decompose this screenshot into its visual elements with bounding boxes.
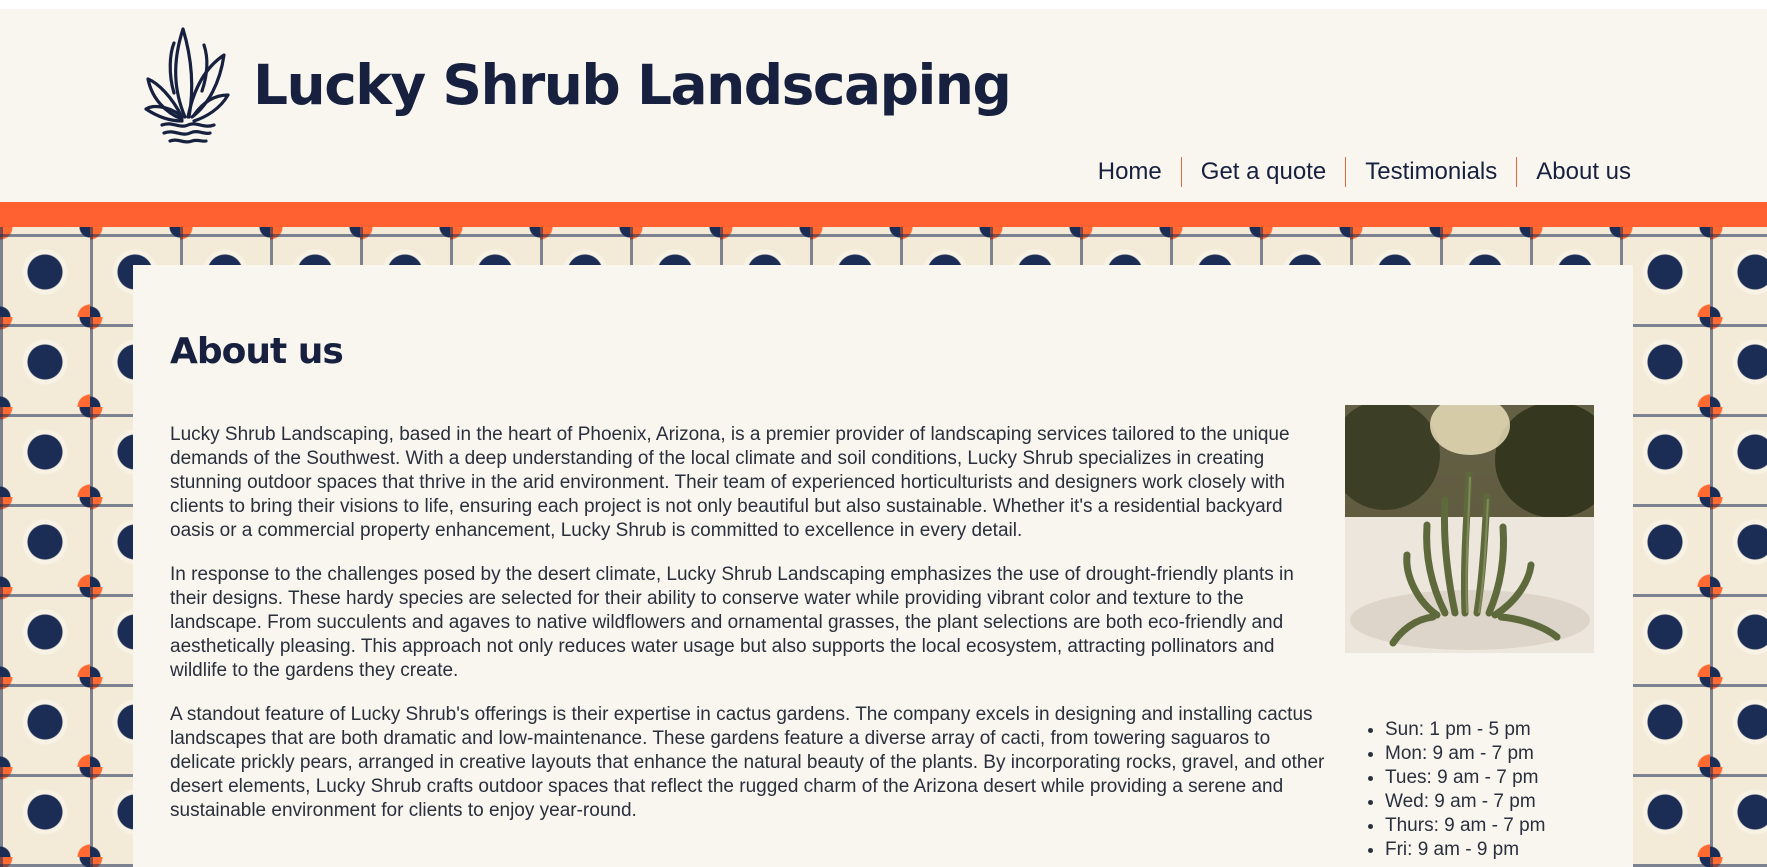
cactus-photo — [1345, 405, 1594, 653]
about-text: Lucky Shrub Landscaping, based in the he… — [170, 423, 1330, 843]
business-hours-list: Sun: 1 pm - 5 pm Mon: 9 am - 7 pm Tues: … — [1363, 718, 1546, 862]
about-paragraph: In response to the challenges posed by t… — [170, 564, 1294, 681]
page-title: About us — [170, 331, 344, 372]
hours-item: Tues: 9 am - 7 pm — [1385, 766, 1546, 790]
hours-item: Fri: 9 am - 9 pm — [1385, 838, 1546, 862]
main-content: About us Lucky Shrub Landscaping, based … — [133, 265, 1633, 867]
hours-item: Sun: 1 pm - 5 pm — [1385, 718, 1546, 742]
site-header: Lucky Shrub Landscaping Home Get a quote… — [0, 9, 1767, 202]
site-title[interactable]: Lucky Shrub Landscaping — [253, 53, 1012, 117]
hours-item: Mon: 9 am - 7 pm — [1385, 742, 1546, 766]
about-paragraph: A standout feature of Lucky Shrub's offe… — [170, 704, 1325, 821]
hours-item: Thurs: 9 am - 7 pm — [1385, 814, 1546, 838]
nav-testimonials[interactable]: Testimonials — [1345, 157, 1516, 187]
main-nav: Home Get a quote Testimonials About us — [1079, 157, 1631, 187]
nav-home[interactable]: Home — [1079, 157, 1181, 187]
top-strip — [0, 0, 1767, 9]
hours-item: Wed: 9 am - 7 pm — [1385, 790, 1546, 814]
orange-divider-bar — [0, 202, 1767, 227]
agave-plant-logo[interactable] — [144, 21, 230, 149]
nav-get-a-quote[interactable]: Get a quote — [1180, 157, 1345, 187]
about-paragraph: Lucky Shrub Landscaping, based in the he… — [170, 424, 1290, 541]
nav-about-us[interactable]: About us — [1516, 157, 1631, 187]
